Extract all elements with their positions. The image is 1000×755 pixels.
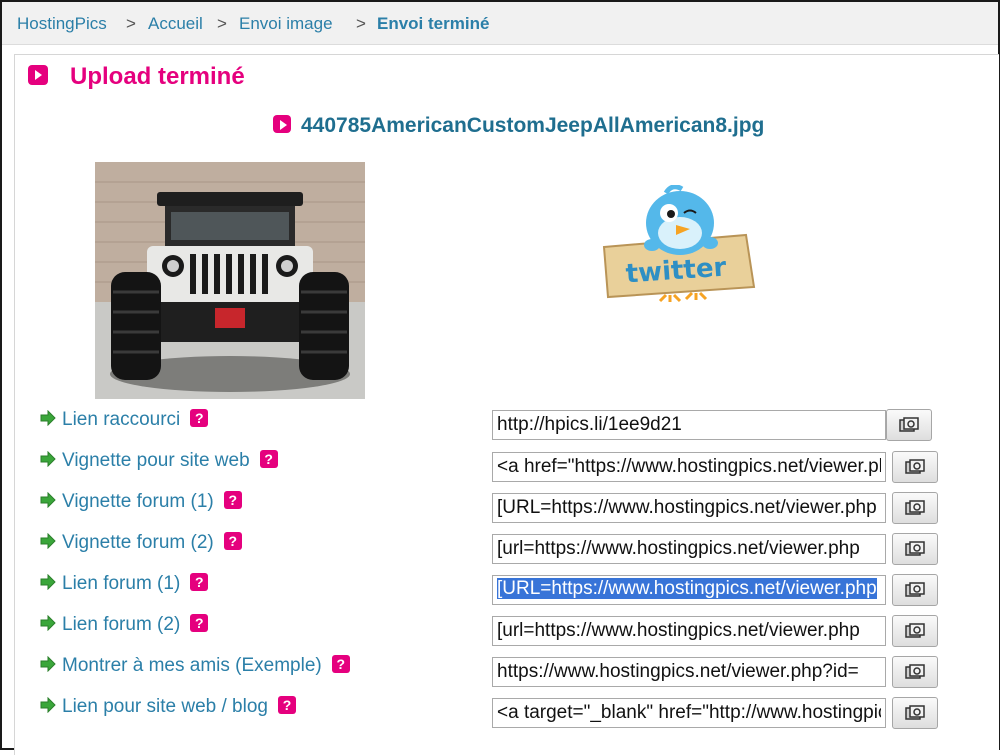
breadcrumb-separator: > <box>217 14 227 33</box>
selected-text: [URL=https://www.hostingpics.net/viewer.… <box>497 578 877 599</box>
clipboard-copy-icon <box>899 417 919 432</box>
row-label[interactable]: Lien pour site web / blog <box>62 696 268 717</box>
breadcrumb-separator: > <box>356 14 366 33</box>
uploaded-image-thumbnail[interactable] <box>95 162 365 399</box>
clipboard-copy-icon <box>905 500 925 515</box>
row-montrer-amis: Montrer à mes amis (Exemple)? <box>40 655 350 681</box>
green-arrow-icon <box>40 492 56 508</box>
row-label[interactable]: Lien forum (1) <box>62 573 180 594</box>
copy-button[interactable] <box>886 409 932 441</box>
copy-button[interactable] <box>892 656 938 688</box>
copy-button[interactable] <box>892 574 938 606</box>
green-arrow-icon <box>40 656 56 672</box>
help-icon[interactable]: ? <box>223 491 242 509</box>
help-icon[interactable]: ? <box>223 532 242 550</box>
copy-button[interactable] <box>892 615 938 647</box>
breadcrumb-accueil[interactable]: Accueil <box>148 14 203 34</box>
clipboard-copy-icon <box>905 459 925 474</box>
row-lien-site-web-blog: Lien pour site web / blog? <box>40 696 296 722</box>
twitter-share-button[interactable]: twitter <box>596 184 756 303</box>
clipboard-copy-icon <box>905 582 925 597</box>
green-arrow-icon <box>40 615 56 631</box>
play-icon <box>273 115 291 133</box>
copy-button[interactable] <box>892 451 938 483</box>
vignette-forum-1-field[interactable] <box>492 493 886 523</box>
play-icon <box>28 65 48 85</box>
row-label[interactable]: Lien forum (2) <box>62 614 180 635</box>
row-vignette-forum-1: Vignette forum (1)? <box>40 491 242 517</box>
filename-link[interactable]: 440785AmericanCustomJeepAllAmerican8.jpg <box>301 114 764 138</box>
row-vignette-site-web: Vignette pour site web? <box>40 450 278 476</box>
row-lien-forum-1: Lien forum (1)? <box>40 573 209 599</box>
help-icon[interactable]: ? <box>190 614 209 632</box>
content-panel <box>14 54 999 755</box>
green-arrow-icon <box>40 533 56 549</box>
breadcrumb-separator: > <box>126 14 136 33</box>
help-icon[interactable]: ? <box>190 409 209 427</box>
page-frame: HostingPics > Accueil > Envoi image > En… <box>0 0 1000 755</box>
breadcrumb-current: Envoi terminé <box>377 14 490 33</box>
help-icon[interactable]: ? <box>190 573 209 591</box>
lien-forum-2-field[interactable] <box>492 616 886 646</box>
copy-button[interactable] <box>892 533 938 565</box>
breadcrumb-hostingpics[interactable]: HostingPics <box>17 14 107 34</box>
montrer-amis-field[interactable] <box>492 657 886 687</box>
clipboard-copy-icon <box>905 664 925 679</box>
green-arrow-icon <box>40 697 56 713</box>
copy-button[interactable] <box>892 492 938 524</box>
page-title: Upload terminé <box>70 63 245 90</box>
green-arrow-icon <box>40 410 56 426</box>
clipboard-copy-icon <box>905 541 925 556</box>
green-arrow-icon <box>40 574 56 590</box>
vignette-forum-2-field[interactable] <box>492 534 886 564</box>
row-vignette-forum-2: Vignette forum (2)? <box>40 532 242 558</box>
row-lien-raccourci: Lien raccourci? <box>40 409 209 435</box>
copy-button[interactable] <box>892 697 938 729</box>
lien-raccourci-field[interactable] <box>492 410 886 440</box>
row-lien-forum-2: Lien forum (2)? <box>40 614 209 640</box>
green-arrow-icon <box>40 451 56 467</box>
exemple-link[interactable]: (Exemple) <box>235 655 322 676</box>
help-icon[interactable]: ? <box>259 450 278 468</box>
clipboard-copy-icon <box>905 705 925 720</box>
row-label[interactable]: Vignette forum (2) <box>62 532 214 553</box>
breadcrumb: HostingPics > Accueil > Envoi image > En… <box>2 2 998 45</box>
help-icon[interactable]: ? <box>331 655 350 673</box>
breadcrumb-envoi-image[interactable]: Envoi image <box>239 14 333 34</box>
row-label[interactable]: Vignette pour site web <box>62 450 250 471</box>
row-label[interactable]: Montrer à mes amis <box>62 655 230 676</box>
help-icon[interactable]: ? <box>277 696 296 714</box>
clipboard-copy-icon <box>905 623 925 638</box>
lien-forum-1-field[interactable]: [URL=https://www.hostingpics.net/viewer.… <box>492 575 886 605</box>
lien-site-web-blog-field[interactable] <box>492 698 886 728</box>
vignette-site-web-field[interactable] <box>492 452 886 482</box>
row-label[interactable]: Lien raccourci <box>62 409 180 430</box>
row-label[interactable]: Vignette forum (1) <box>62 491 214 512</box>
